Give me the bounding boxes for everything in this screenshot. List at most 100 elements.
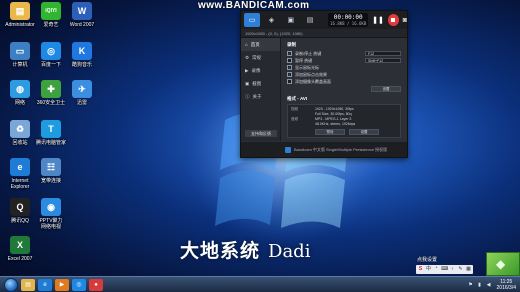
wallpaper-brand: 大地系统 Dadi: [180, 236, 310, 263]
ime-button[interactable]: S: [417, 266, 424, 273]
kugou-icon: K: [72, 42, 92, 60]
format-box: 视频 1920 - 1920x1080, 30fps Full Size, 30…: [287, 104, 401, 138]
recycle-bin-icon: ♻: [10, 120, 30, 138]
ime-button[interactable]: ⌨: [441, 266, 448, 273]
hotkey-field[interactable]: F12: [365, 51, 401, 56]
record-option-row: 暂停 热键 Shift+F12: [287, 57, 401, 64]
ime-button[interactable]: 中: [425, 266, 432, 273]
format-settings-button[interactable]: 设置: [349, 129, 379, 135]
screenshot-icon[interactable]: ◙: [403, 17, 407, 24]
option-checkbox[interactable]: ✓: [287, 72, 292, 77]
user-folder-icon: ▤: [10, 2, 30, 20]
option-checkbox[interactable]: [287, 79, 292, 84]
footer-text: Bandicam 中文版 Single/Multiple Persistence…: [294, 146, 388, 152]
iqiyi-icon: iQIYI: [41, 2, 61, 20]
desktop-icon-label: Excel 2007: [7, 256, 33, 262]
video-icon: ▶: [245, 67, 249, 73]
nav-label: 首页: [250, 41, 260, 47]
device-mode-icon[interactable]: ▣: [283, 13, 299, 27]
desktop-icon[interactable]: K 酷狗音乐: [64, 42, 100, 68]
broadband-icon: ☷: [41, 158, 61, 176]
pptv-icon: ◉: [41, 198, 61, 216]
brand-cn: 大地系统: [180, 240, 261, 262]
video-value: 1920 - 1920x1080, 30fps Full Size, 30.00…: [315, 107, 354, 116]
ime-button[interactable]: ᐤ: [433, 266, 440, 273]
desktop-icon-label: 百度一下: [40, 62, 61, 68]
bandicam-window[interactable]: ▭ ◈ ▣ ▤ 00:00:00 16.8KB / 16.6KB ❚❚ ◙ 19…: [240, 10, 408, 158]
file-size-text: 16.8KB / 16.6KB: [330, 20, 367, 26]
flag-icon[interactable]: ⚑: [468, 282, 474, 288]
bandicam-toolbar: ▭ ◈ ▣ ▤ 00:00:00 16.8KB / 16.6KB ❚❚ ◙: [241, 11, 407, 29]
explorer-icon[interactable]: ▤: [21, 278, 35, 291]
ime-button[interactable]: ▦: [465, 266, 472, 273]
pause-icon[interactable]: ❚❚: [372, 16, 384, 24]
desktop-icon[interactable]: T 腾讯电脑管家: [33, 120, 69, 146]
audio-format-row: 音频 MP3 - MPEG-1 Layer 3 48.0KHz, stereo,…: [291, 117, 397, 127]
nav-label: 关于: [252, 93, 262, 99]
record-options: ✓ 录制/停止 热键 F12 暂停 热键 Shift+F12 ✓ 显示鼠标光标 ✓ 添加鼠标点击…: [287, 50, 401, 85]
desktop-icon[interactable]: ☷ 宽带连接: [33, 158, 69, 184]
clock-date: 2016/3/4: [496, 284, 516, 291]
record-stop-button[interactable]: [387, 14, 399, 26]
computer-icon: ▭: [10, 42, 30, 60]
hotkey-field[interactable]: Shift+F12: [365, 58, 401, 63]
ime-tip[interactable]: 点我设置: [417, 256, 437, 263]
ime-button[interactable]: ✎: [457, 266, 464, 273]
nav-about[interactable]: ⓘ 关于: [241, 90, 280, 103]
preset-button[interactable]: 预设: [315, 129, 345, 135]
audio-key: 音频: [291, 117, 298, 121]
cube-icon: ◆: [496, 257, 506, 271]
network-tray-icon[interactable]: ▮: [477, 282, 483, 288]
option-checkbox[interactable]: [287, 58, 292, 63]
record-settings-button[interactable]: 设置: [371, 86, 401, 92]
word-icon: W: [72, 2, 92, 20]
video-format-row: 视频 1920 - 1920x1080, 30fps Full Size, 30…: [291, 107, 397, 117]
game-mode-icon[interactable]: ◈: [263, 13, 279, 27]
bandicam-taskbar-icon[interactable]: ●: [89, 278, 103, 291]
desktop-icon-label: 网络: [14, 100, 25, 106]
nav-image[interactable]: ▣ 截图: [241, 77, 280, 90]
home-icon: ⌂: [245, 42, 248, 47]
volume-icon[interactable]: ◀: [486, 282, 492, 288]
desktop-icon[interactable]: W Word 2007: [64, 2, 100, 28]
audio-value: MP3 - MPEG-1 Layer 3 48.0KHz, stereo, 19…: [315, 117, 356, 126]
format-buttons: 预设 设置: [315, 129, 397, 135]
desktop-icon-label: 计算机: [12, 62, 28, 68]
info-icon: ⓘ: [245, 93, 250, 99]
desktop-icon-label: PPTV聚力 网络电视: [39, 218, 63, 230]
option-checkbox[interactable]: ✓: [287, 65, 292, 70]
start-button[interactable]: [4, 277, 18, 292]
desktop-icon-label: 回收站: [12, 140, 28, 146]
nav-general[interactable]: ⚙ 常规: [241, 51, 280, 64]
support-button[interactable]: 支持和反馈: [245, 130, 277, 137]
desktop-icon-label: 爱奇艺: [43, 22, 59, 28]
desktop-icon-label: 腾讯QQ: [11, 218, 29, 224]
bandicam-main-panel: 录制 ✓ 录制/停止 热键 F12 暂停 热键 Shift+F12 ✓ 显示鼠标光标 ✓ 添加鼠…: [283, 38, 405, 141]
clock[interactable]: 11:25 2016/3/4: [497, 279, 516, 291]
desktop-widget[interactable]: ◆: [486, 252, 520, 276]
ie-taskbar-icon[interactable]: e: [38, 278, 52, 291]
network-icon: ◍: [10, 80, 30, 98]
rect-mode-icon[interactable]: ▭: [244, 13, 261, 27]
brand-en: Dadi: [268, 241, 311, 262]
option-label: 显示鼠标光标: [295, 64, 319, 70]
nav-video[interactable]: ▶ 录像: [241, 64, 280, 77]
ime-button[interactable]: ♀: [449, 266, 456, 273]
tencent-guard-icon: T: [41, 120, 61, 138]
desktop-icon-label: 360安全卫士: [36, 100, 66, 106]
desktop-icon[interactable]: X Excel 2007: [2, 236, 38, 262]
browser2-icon[interactable]: ◎: [72, 278, 86, 291]
desktop-icon[interactable]: ✈ 迅雷: [64, 80, 100, 106]
image-icon: ▣: [245, 80, 250, 86]
nav-label: 截图: [252, 80, 262, 86]
nav-home[interactable]: ⌂ 首页: [241, 38, 280, 51]
gear-icon: ⚙: [245, 54, 250, 60]
bandicut-icon: [285, 146, 291, 153]
desktop-icon-label: Administrator: [5, 22, 35, 28]
media-player-icon[interactable]: ▶: [55, 278, 69, 291]
desktop-icon-label: 迅雷: [76, 100, 87, 106]
option-label: 录制/停止 热键: [295, 50, 322, 56]
desktop-icon[interactable]: ◉ PPTV聚力 网络电视: [33, 198, 69, 230]
screen-mode-icon[interactable]: ▤: [302, 13, 318, 27]
option-checkbox[interactable]: ✓: [287, 51, 292, 56]
